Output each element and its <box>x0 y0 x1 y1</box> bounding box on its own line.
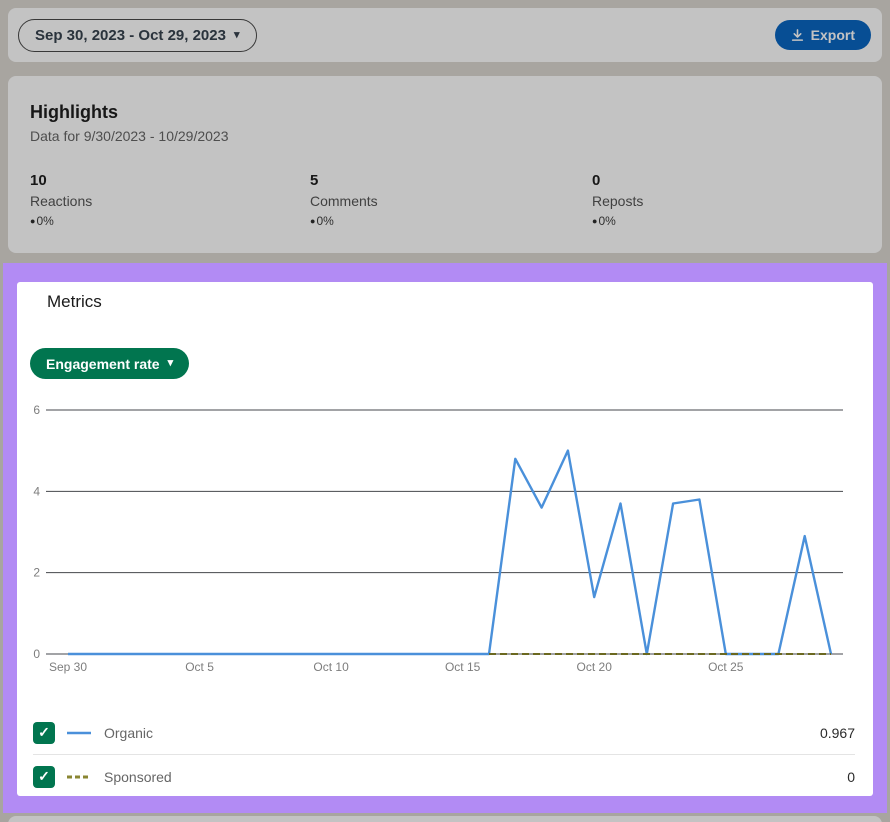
date-range-label: Sep 30, 2023 - Oct 29, 2023 <box>35 27 226 44</box>
legend-value: 0 <box>847 769 855 785</box>
sponsored-line-swatch-icon <box>66 773 92 781</box>
date-range-selector[interactable]: Sep 30, 2023 - Oct 29, 2023 ▾ <box>18 19 257 52</box>
legend-value: 0.967 <box>820 725 855 741</box>
svg-text:Oct 15: Oct 15 <box>445 660 481 674</box>
metrics-card: Metrics Engagement rate ▾ 0 2 4 6 Sep 30 Oct … <box>17 282 873 796</box>
checkmark-icon: ✓ <box>38 768 50 785</box>
bullet-icon: ● <box>30 217 35 226</box>
metric-selector-label: Engagement rate <box>46 356 160 372</box>
stat-reposts: 0 Reposts ●0% <box>592 172 852 228</box>
analytics-page: Sep 30, 2023 - Oct 29, 2023 ▾ Export Hig… <box>0 0 890 822</box>
stat-label: Reactions <box>30 193 290 209</box>
metrics-title: Metrics <box>47 292 102 312</box>
svg-text:2: 2 <box>33 566 40 580</box>
organic-line-swatch-icon <box>66 729 92 737</box>
engagement-rate-line-chart: 0 2 4 6 Sep 30 Oct 5 Oct 10 Oct 15 Oct 20 Oct 25 <box>17 395 873 685</box>
highlights-subtitle: Data for 9/30/2023 - 10/29/2023 <box>30 128 228 144</box>
bullet-icon: ● <box>310 217 315 226</box>
svg-text:6: 6 <box>33 403 40 417</box>
stat-value: 0 <box>592 172 852 189</box>
legend-label: Sponsored <box>104 769 172 785</box>
stat-label: Reposts <box>592 193 852 209</box>
toolbar-card: Sep 30, 2023 - Oct 29, 2023 ▾ Export <box>8 8 882 62</box>
legend-row-sponsored: ✓ Sponsored 0 <box>33 755 855 798</box>
stat-reactions: 10 Reactions ●0% <box>30 172 290 228</box>
stat-change: ●0% <box>592 214 852 228</box>
highlights-title: Highlights <box>30 102 118 123</box>
export-button[interactable]: Export <box>775 20 871 50</box>
chevron-down-icon: ▾ <box>234 30 240 41</box>
legend-label: Organic <box>104 725 153 741</box>
stat-label: Comments <box>310 193 570 209</box>
svg-text:Oct 20: Oct 20 <box>577 660 613 674</box>
download-icon <box>791 29 804 42</box>
next-card-edge <box>8 816 882 822</box>
stat-value: 10 <box>30 172 290 189</box>
sponsored-checkbox[interactable]: ✓ <box>33 766 55 788</box>
export-label: Export <box>811 27 855 43</box>
svg-text:4: 4 <box>33 484 40 498</box>
chart-legend: ✓ Organic 0.967 ✓ Sponsored 0 <box>33 711 855 798</box>
bullet-icon: ● <box>592 217 597 226</box>
svg-text:Sep 30: Sep 30 <box>49 660 87 674</box>
checkmark-icon: ✓ <box>38 724 50 741</box>
svg-text:Oct 25: Oct 25 <box>708 660 744 674</box>
svg-text:Oct 10: Oct 10 <box>313 660 349 674</box>
legend-row-organic: ✓ Organic 0.967 <box>33 711 855 754</box>
organic-checkbox[interactable]: ✓ <box>33 722 55 744</box>
stat-value: 5 <box>310 172 570 189</box>
stat-change: ●0% <box>310 214 570 228</box>
svg-text:Oct 5: Oct 5 <box>185 660 214 674</box>
stat-change: ●0% <box>30 214 290 228</box>
metric-selector-button[interactable]: Engagement rate ▾ <box>30 348 189 379</box>
chevron-down-icon: ▾ <box>168 358 174 369</box>
highlights-card: Highlights Data for 9/30/2023 - 10/29/20… <box>8 76 882 253</box>
highlight-annotation: Metrics Engagement rate ▾ 0 2 4 6 Sep 30 Oct … <box>3 263 887 813</box>
stat-comments: 5 Comments ●0% <box>310 172 570 228</box>
svg-text:0: 0 <box>33 647 40 661</box>
